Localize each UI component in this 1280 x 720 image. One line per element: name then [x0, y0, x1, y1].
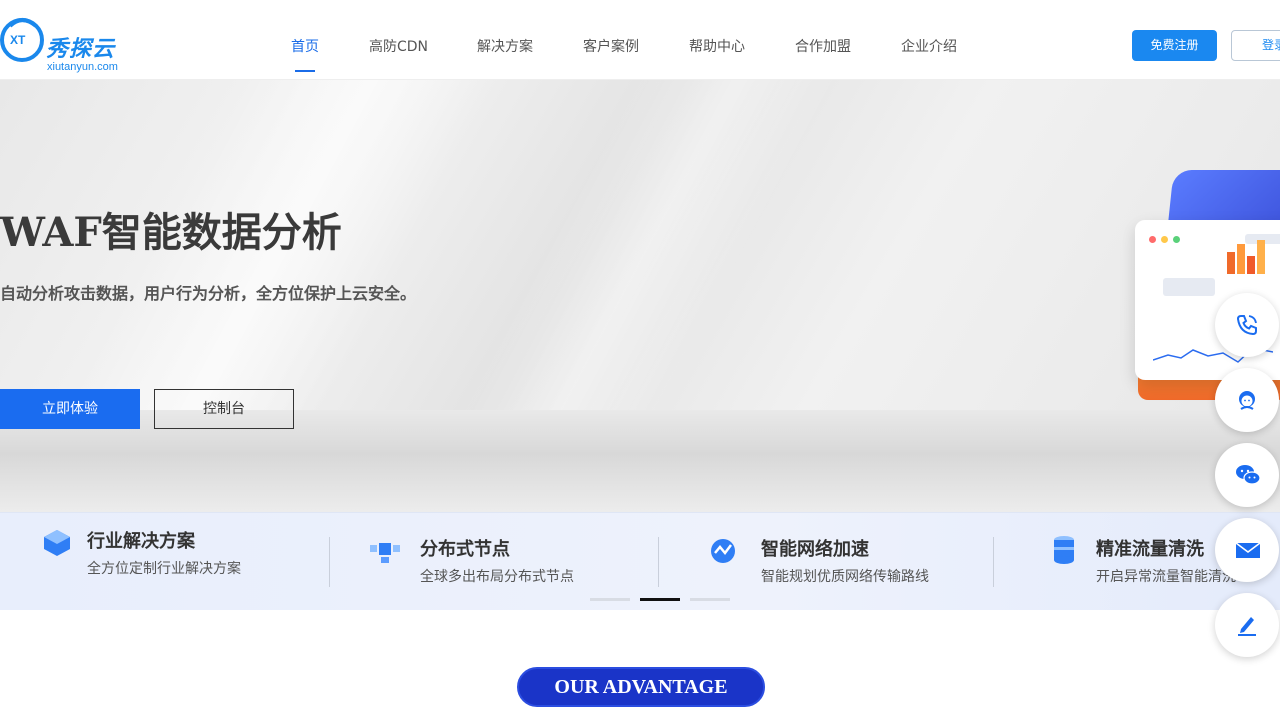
phone-icon [1236, 315, 1257, 336]
database-icon [1054, 536, 1074, 564]
nav-solutions[interactable]: 解决方案 [477, 36, 533, 56]
feedback-button[interactable] [1215, 593, 1279, 657]
carousel-dot[interactable] [590, 598, 630, 601]
feature-item[interactable]: 分布式节点 全球多出布局分布式节点 [330, 513, 660, 611]
illustration-bar [1163, 278, 1215, 296]
feature-divider [993, 537, 994, 587]
logo-url: xiutanyun.com [47, 61, 118, 73]
window-dot [1149, 236, 1156, 243]
feature-desc: 智能规划优质网络传输路线 [761, 569, 929, 585]
nav-home[interactable]: 首页 [291, 36, 319, 56]
hero-title: WAF智能数据分析 [0, 209, 342, 256]
advantage-heading: OUR ADVANTAGE [517, 667, 765, 707]
box-icon [44, 530, 70, 556]
logo-text: 秀探云 [46, 37, 116, 62]
nav-help[interactable]: 帮助中心 [689, 36, 745, 56]
nav-about[interactable]: 企业介绍 [901, 36, 957, 56]
wechat-icon [1236, 465, 1261, 485]
feature-title: 行业解决方案 [87, 531, 195, 552]
try-now-button[interactable]: 立即体验 [0, 389, 140, 429]
customer-service-icon [1239, 391, 1255, 410]
feature-desc: 开启异常流量智能清洗 [1096, 569, 1236, 585]
phone-button[interactable] [1215, 293, 1279, 357]
customer-service-button[interactable] [1215, 368, 1279, 432]
feature-strip: 行业解决方案 全方位定制行业解决方案 分布式节点 全球多出布局分布式节点 智能网… [0, 512, 1280, 610]
cube-network-icon [370, 543, 400, 563]
feature-title: 智能网络加速 [761, 539, 869, 560]
hero-subtitle: 自动分析攻击数据，用户行为分析，全方位保护上云安全。 [0, 284, 417, 303]
speed-icon [711, 539, 735, 563]
window-dot [1173, 236, 1180, 243]
mail-icon [1235, 542, 1261, 558]
logo-badge: XT [10, 33, 26, 47]
carousel-dot-active[interactable] [640, 598, 680, 601]
carousel-dot[interactable] [690, 598, 730, 601]
illustration-bars [1227, 240, 1265, 274]
nav-cdn[interactable]: 高防CDN [369, 36, 428, 56]
feature-title: 分布式节点 [420, 539, 510, 560]
feature-divider [658, 537, 659, 587]
feature-desc: 全球多出布局分布式节点 [420, 569, 574, 585]
console-button[interactable]: 控制台 [154, 389, 294, 429]
nav-partners[interactable]: 合作加盟 [795, 36, 851, 56]
feature-title: 精准流量清洗 [1096, 539, 1204, 560]
feature-item[interactable]: 智能网络加速 智能规划优质网络传输路线 [660, 513, 990, 611]
edit-icon [1238, 617, 1256, 636]
window-dot [1161, 236, 1168, 243]
wechat-button[interactable] [1215, 443, 1279, 507]
feature-desc: 全方位定制行业解决方案 [87, 561, 241, 577]
mail-button[interactable] [1215, 518, 1279, 582]
nav-active-indicator [295, 70, 315, 72]
logo[interactable]: XT 秀探云 xiutanyun.com [0, 14, 130, 73]
nav-cases[interactable]: 客户案例 [583, 36, 639, 56]
register-button[interactable]: 免费注册 [1132, 30, 1217, 61]
site-header: XT 秀探云 xiutanyun.com 首页 高防CDN 解决方案 客户案例 … [0, 0, 1280, 80]
feature-item[interactable]: 行业解决方案 全方位定制行业解决方案 [0, 513, 330, 611]
login-button[interactable]: 登录 [1231, 30, 1280, 61]
hero-banner: WAF智能数据分析 自动分析攻击数据，用户行为分析，全方位保护上云安全。 立即体… [0, 80, 1280, 512]
